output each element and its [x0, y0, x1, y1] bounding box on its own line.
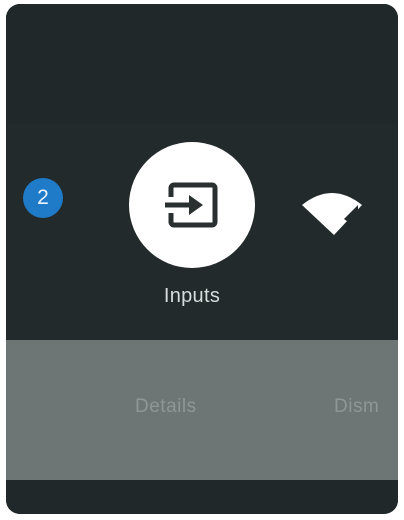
inputs-button[interactable] — [129, 142, 255, 268]
wifi-icon — [298, 193, 370, 241]
dismiss-button[interactable]: Dism — [334, 396, 379, 418]
details-button[interactable]: Details — [135, 396, 197, 418]
input-source-icon — [161, 177, 223, 233]
bottom-area — [6, 480, 398, 514]
quick-settings-row: 2 Inputs — [6, 139, 398, 329]
network-button[interactable] — [298, 189, 370, 237]
top-area — [6, 4, 398, 124]
tv-overlay-panel: 2 Inputs Details Dism — [6, 4, 398, 514]
notification-action-bar: Details Dism — [6, 340, 398, 480]
notification-count-badge[interactable]: 2 — [23, 178, 63, 218]
inputs-label: Inputs — [163, 285, 221, 307]
